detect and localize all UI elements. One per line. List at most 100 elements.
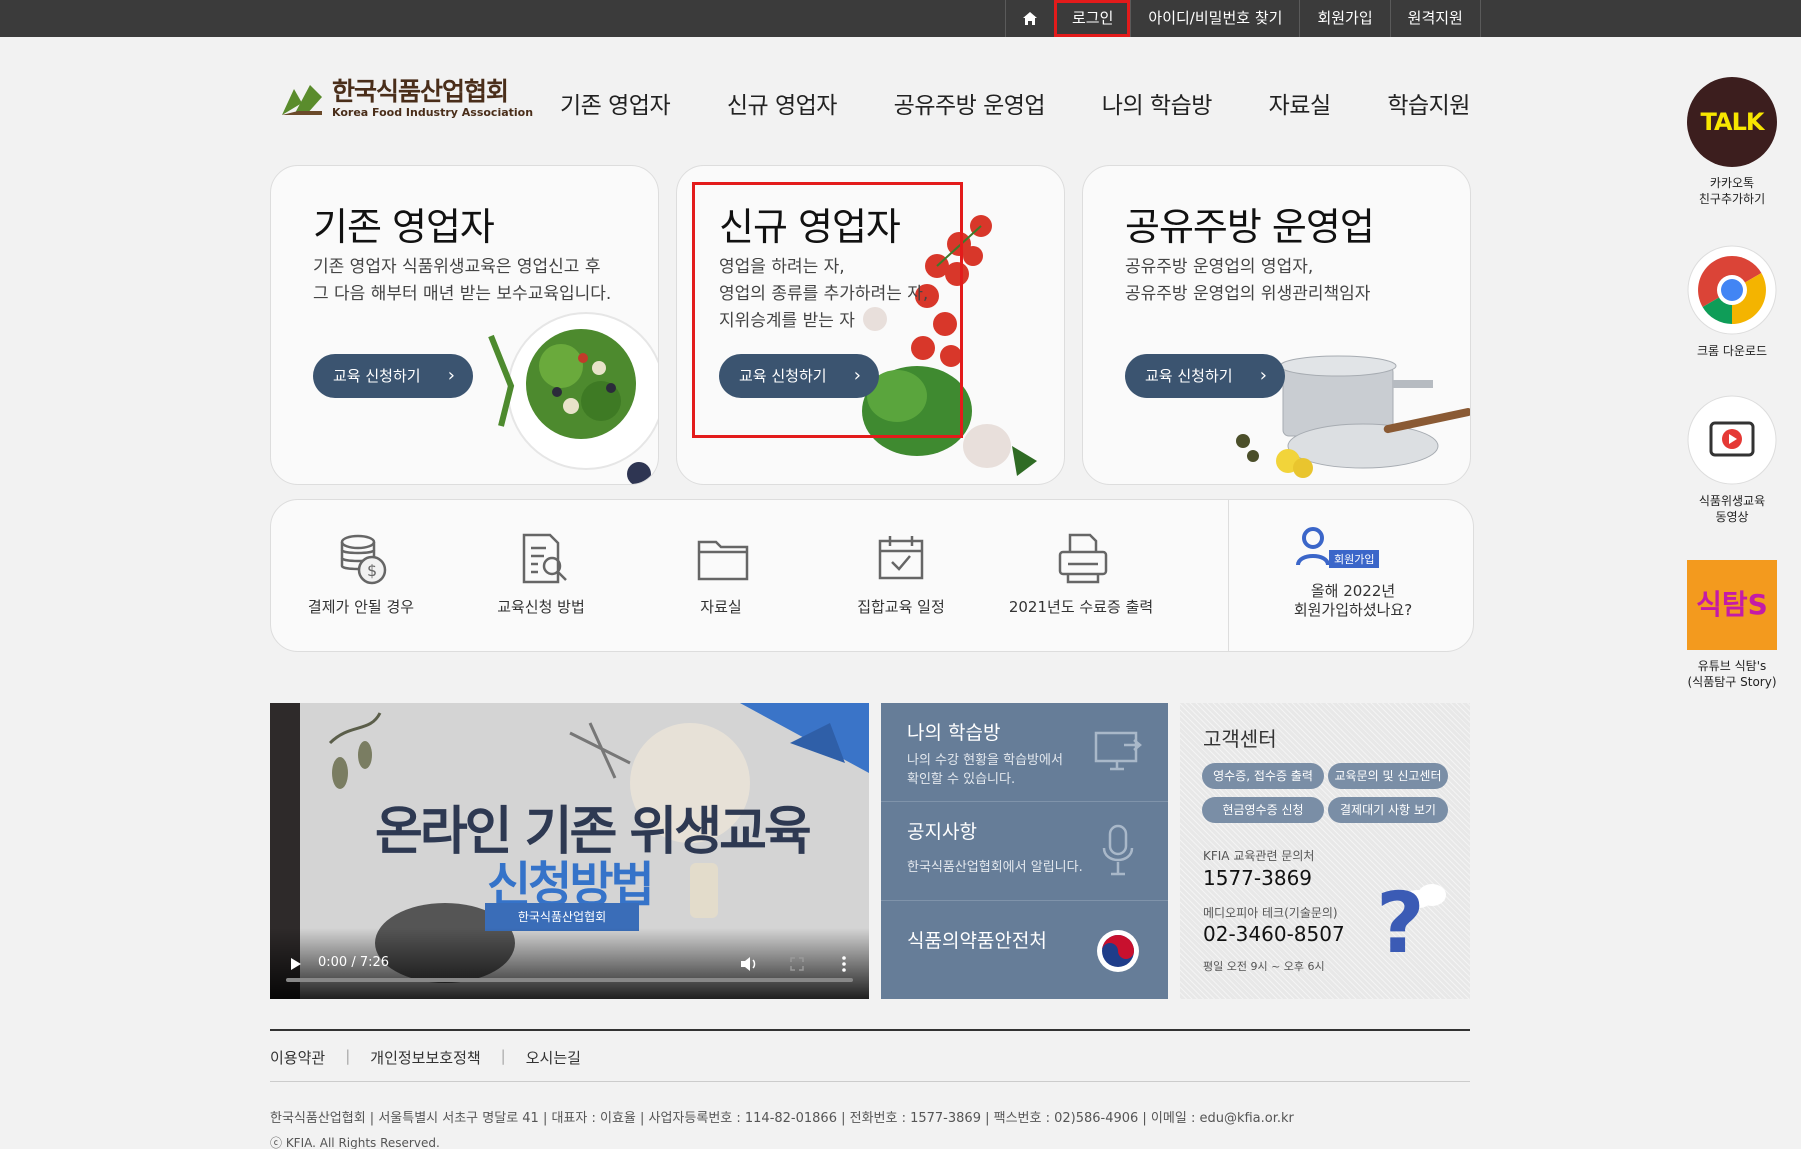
card-title: 기존 영업자 xyxy=(313,205,495,249)
highlight-box xyxy=(692,182,963,438)
chrome-icon xyxy=(1687,245,1777,335)
education-video-label: 식품위생교육 동영상 xyxy=(1698,494,1766,524)
nav-shared-kitchen[interactable]: 공유주방 운영업 xyxy=(894,86,1046,120)
microphone-icon xyxy=(1102,824,1134,876)
quick-label: 2021년도 수료증 출력 xyxy=(1008,598,1154,616)
top-nav: 로그인 아이디/비밀번호 찾기 회원가입 원격지원 xyxy=(1005,0,1481,37)
receipt-print-button[interactable]: 영수증, 접수증 출력 xyxy=(1202,763,1324,789)
chrome-download-label: 크롬 다운로드 xyxy=(1696,344,1768,358)
nav-learning-support[interactable]: 학습지원 xyxy=(1387,86,1470,120)
button-label: 교육 신청하기 xyxy=(1145,367,1233,385)
login-link[interactable]: 로그인 xyxy=(1054,0,1131,37)
separator: | xyxy=(345,1047,351,1065)
panel-description: 한국식품산업협회에서 알립니다. xyxy=(907,860,1083,875)
salad-bowl-image xyxy=(488,312,658,484)
join-text: 올해 2022년 회원가입하셨나요? xyxy=(1293,582,1413,619)
quick-label: 결제가 안될 경우 xyxy=(307,598,415,616)
info-panel: 나의 학습방 나의 수강 현황을 학습방에서 확인할 수 있습니다. 공지사항 … xyxy=(881,703,1168,999)
play-icon[interactable] xyxy=(290,957,302,971)
logo-name-en: Korea Food Industry Association xyxy=(332,106,534,119)
quick-label: 교육신청 방법 xyxy=(497,598,585,616)
nav-existing-operator[interactable]: 기존 영업자 xyxy=(560,86,671,120)
nav-new-operator[interactable]: 신규 영업자 xyxy=(727,86,838,120)
document-search-icon xyxy=(522,533,567,584)
signup-link[interactable]: 회원가입 xyxy=(1299,0,1389,37)
business-hours: 평일 오전 9시 ~ 오후 6시 xyxy=(1203,960,1325,973)
education-inquiry-button[interactable]: 교육문의 및 신고센터 xyxy=(1328,763,1448,789)
member-join-link[interactable]: 회원가입 올해 2022년 회원가입하셨나요? xyxy=(1231,500,1475,651)
site-logo[interactable]: 한국식품산업협회 Korea Food Industry Association xyxy=(280,78,533,119)
card-description: 공유주방 운영업의 영업자, 공유주방 운영업의 위생관리책임자 xyxy=(1125,257,1371,304)
video-player[interactable]: 온라인 기존 위생교육 신청방법 한국식품산업협회 0:00 / 7:26 xyxy=(270,703,869,999)
youtube-sikdam-link[interactable]: 식탐S 유튜브 식탐's (식품탐구 Story) xyxy=(1680,560,1784,696)
my-study-room-link[interactable]: 나의 학습방 나의 수강 현황을 학습방에서 확인할 수 있습니다. xyxy=(881,703,1168,801)
quick-menu: $ 결제가 안될 경우 교육신청 방법 자료실 집합교육 일정 2021년도 수… xyxy=(270,499,1474,652)
home-link[interactable] xyxy=(1005,0,1054,37)
more-options-icon[interactable] xyxy=(842,956,846,972)
footer-links: 이용약관 | 개인정보보호정책 | 오시는길 xyxy=(270,1047,581,1068)
main-nav: 기존 영업자 신규 영업자 공유주방 운영업 나의 학습방 자료실 학습지원 xyxy=(560,86,1470,120)
remote-support-link[interactable]: 원격지원 xyxy=(1389,0,1481,37)
panel-title: 식품의약품안전처 xyxy=(907,930,1047,952)
card-shared-kitchen[interactable]: 공유주방 운영업 공유주방 운영업의 영업자, 공유주방 운영업의 위생관리책임… xyxy=(1082,165,1471,485)
chevron-right-icon: › xyxy=(447,365,455,386)
nav-my-study-room[interactable]: 나의 학습방 xyxy=(1102,86,1213,120)
chrome-download-link[interactable]: 크롬 다운로드 xyxy=(1680,245,1784,365)
logo-mark-icon xyxy=(282,84,322,115)
customer-center: 고객센터 영수증, 접수증 출력 교육문의 및 신고센터 현금영수증 신청 결제… xyxy=(1180,703,1470,999)
footer-divider xyxy=(270,1081,1470,1082)
nav-archive[interactable]: 자료실 xyxy=(1269,86,1331,120)
education-video-link[interactable]: 식품위생교육 동영상 xyxy=(1680,395,1784,531)
quick-label: 자료실 xyxy=(700,598,742,616)
question-mark-icon: ? xyxy=(1376,874,1425,972)
find-id-password-link[interactable]: 아이디/비밀번호 찾기 xyxy=(1130,0,1299,37)
kakao-talk-icon: TALK xyxy=(1687,77,1777,167)
panel-title: 나의 학습방 xyxy=(907,722,1001,744)
footer-address: 한국식품산업협회 | 서울특별시 서초구 명달로 41 | 대표자 : 이효율 … xyxy=(270,1111,1294,1126)
video-time: 0:00 / 7:26 xyxy=(318,955,390,970)
logo-name-ko: 한국식품산업협회 xyxy=(332,77,509,106)
quick-label: 집합교육 일정 xyxy=(857,598,945,616)
footer-divider xyxy=(270,1029,1470,1031)
fullscreen-icon[interactable] xyxy=(790,957,804,971)
card-title: 공유주방 운영업 xyxy=(1125,205,1375,249)
customer-center-title: 고객센터 xyxy=(1203,727,1277,751)
kakao-talk-link[interactable]: TALK 카카오톡 친구추가하기 xyxy=(1680,77,1784,213)
chevron-right-icon: › xyxy=(1259,365,1267,386)
tech-inquiry-label: 메디오피아 테크(기술문의) xyxy=(1203,906,1338,920)
divider xyxy=(1228,500,1229,651)
kakao-talk-label: 카카오톡 친구추가하기 xyxy=(1698,176,1766,206)
youtube-sikdam-icon: 식탐S xyxy=(1687,560,1777,650)
card-existing-operator[interactable]: 기존 영업자 기존 영업자 식품위생교육은 영업신고 후 그 다음 해부터 매년… xyxy=(270,165,659,485)
home-icon xyxy=(1023,12,1037,25)
panel-description: 나의 수강 현황을 학습방에서 확인할 수 있습니다. xyxy=(907,753,1063,787)
svg-text:$: $ xyxy=(367,561,377,580)
video-badge: 한국식품산업협회 xyxy=(485,903,639,931)
pending-payment-button[interactable]: 결제대기 사항 보기 xyxy=(1328,797,1448,823)
card-description: 기존 영업자 식품위생교육은 영업신고 후 그 다음 해부터 매년 받는 보수교… xyxy=(313,257,612,304)
button-label: 교육 신청하기 xyxy=(333,367,421,385)
cash-receipt-button[interactable]: 현금영수증 신청 xyxy=(1202,797,1324,823)
footer-copyright: ⓒ KFIA. All Rights Reserved. xyxy=(270,1136,440,1149)
monitor-icon xyxy=(1094,731,1142,771)
apply-education-button[interactable]: 교육 신청하기 › xyxy=(1125,354,1285,398)
notice-link[interactable]: 공지사항 한국식품산업협회에서 알립니다. xyxy=(881,802,1168,900)
join-badge: 회원가입 xyxy=(1329,550,1380,568)
tech-inquiry-phone: 02-3460-8507 xyxy=(1203,922,1345,946)
folder-icon xyxy=(697,540,749,581)
terms-link[interactable]: 이용약관 xyxy=(270,1047,325,1068)
panel-title: 공지사항 xyxy=(907,821,977,843)
calendar-icon xyxy=(878,536,924,580)
video-play-icon xyxy=(1687,395,1777,485)
inquiry-label: KFIA 교육관련 문의처 xyxy=(1203,849,1315,863)
privacy-policy-link[interactable]: 개인정보보호정책 xyxy=(370,1047,480,1068)
volume-icon[interactable] xyxy=(740,956,758,972)
top-bar: 로그인 아이디/비밀번호 찾기 회원가입 원격지원 xyxy=(0,0,1801,37)
printer-icon xyxy=(1058,533,1108,584)
taegeuk-logo-icon xyxy=(1097,930,1139,972)
directions-link[interactable]: 오시는길 xyxy=(526,1047,581,1068)
apply-education-button[interactable]: 교육 신청하기 › xyxy=(313,354,473,398)
inquiry-phone: 1577-3869 xyxy=(1203,866,1313,890)
video-progress-bar[interactable] xyxy=(286,978,853,982)
mfds-link[interactable]: 식품의약품안전처 xyxy=(881,901,1168,999)
